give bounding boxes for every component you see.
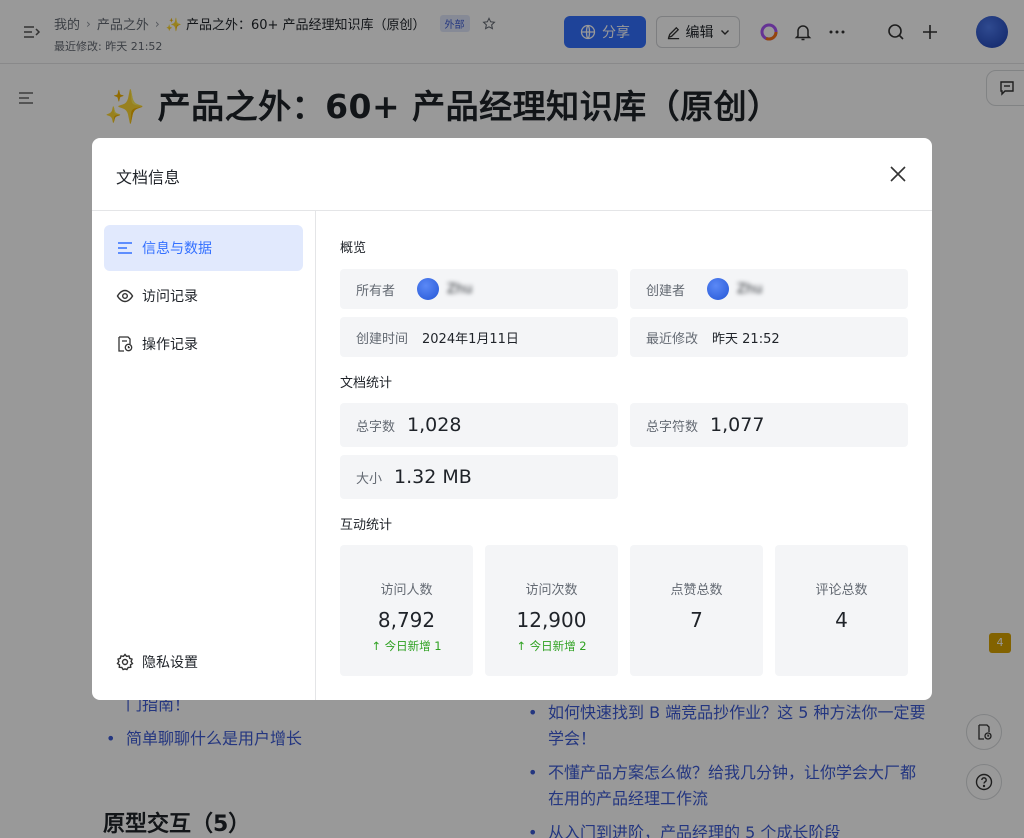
modified-time-card: 最近修改 昨天 21:52: [630, 317, 908, 357]
creator-avatar[interactable]: [707, 278, 730, 300]
size-value: 1.32 MB: [394, 466, 472, 488]
modified-time-label: 最近修改: [646, 331, 699, 347]
creator-card: 创建者 Zhu: [630, 269, 908, 309]
eye-icon: [116, 289, 134, 303]
doc-stats-heading: 文档统计: [340, 376, 393, 391]
nav-info-data[interactable]: 信息与数据: [104, 225, 303, 271]
list-icon: [118, 242, 132, 254]
nav-visit-records[interactable]: 访问记录: [104, 273, 303, 319]
owner-card: 所有者 Zhu: [340, 269, 618, 309]
stat-label: 访问人数: [380, 583, 433, 598]
stat-label: 点赞总数: [670, 583, 723, 598]
creator-name[interactable]: Zhu: [737, 282, 762, 297]
modified-time-value: 昨天 21:52: [712, 331, 780, 347]
comments-stat: 评论总数 4: [775, 545, 908, 676]
stat-delta: ↑ 今日新增 1: [371, 639, 442, 653]
gear-icon: [116, 653, 134, 671]
close-icon[interactable]: [886, 162, 910, 186]
history-icon: [118, 336, 133, 352]
created-time-card: 创建时间 2024年1月11日: [340, 317, 618, 357]
dialog-sidebar: 信息与数据 访问记录 操作记录 隐私设置: [92, 211, 316, 700]
creator-label: 创建者: [646, 283, 686, 299]
owner-name[interactable]: Zhu: [447, 282, 472, 297]
overview-heading: 概览: [340, 241, 367, 256]
nav-label: 操作记录: [142, 337, 198, 353]
created-time-label: 创建时间: [356, 331, 409, 347]
word-count-value: 1,028: [407, 414, 462, 436]
word-count-label: 总字数: [356, 419, 396, 435]
stat-value: 8,792: [377, 608, 436, 632]
interaction-stats-heading: 互动统计: [340, 518, 393, 533]
word-count-card: 总字数 1,028: [340, 403, 618, 447]
visitors-stat: 访问人数 8,792 ↑ 今日新增 1: [340, 545, 473, 676]
stat-label: 评论总数: [815, 583, 868, 598]
owner-label: 所有者: [356, 283, 396, 299]
stat-label: 访问次数: [525, 583, 578, 598]
stat-value: 12,900: [516, 608, 587, 632]
stat-delta: ↑ 今日新增 2: [516, 639, 587, 653]
stat-value: 4: [835, 608, 848, 632]
char-count-card: 总字符数 1,077: [630, 403, 908, 447]
owner-avatar[interactable]: [417, 278, 440, 300]
char-count-value: 1,077: [710, 414, 765, 436]
nav-label: 信息与数据: [142, 241, 212, 257]
likes-stat: 点赞总数 7: [630, 545, 763, 676]
size-card: 大小 1.32 MB: [340, 455, 618, 499]
stat-value: 7: [690, 608, 703, 632]
size-label: 大小: [356, 471, 383, 487]
privacy-settings[interactable]: 隐私设置: [104, 639, 198, 685]
visits-stat: 访问次数 12,900 ↑ 今日新增 2: [485, 545, 618, 676]
char-count-label: 总字符数: [646, 419, 699, 435]
nav-label: 访问记录: [142, 289, 198, 305]
created-time-value: 2024年1月11日: [422, 331, 519, 347]
privacy-label: 隐私设置: [142, 655, 198, 671]
dialog-header: 文档信息: [92, 138, 932, 211]
dialog-title: 文档信息: [116, 168, 181, 187]
document-info-dialog: 文档信息 信息与数据 访问记录 操作记录 隐私设置 概览 所有者 Zhu 创建者: [92, 138, 932, 700]
nav-operation-records[interactable]: 操作记录: [104, 321, 303, 367]
